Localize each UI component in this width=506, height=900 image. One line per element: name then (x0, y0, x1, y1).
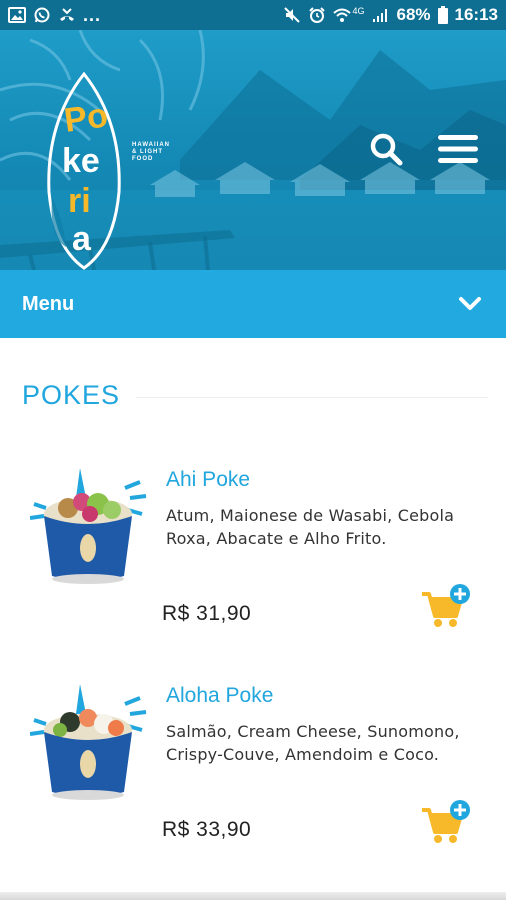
bottom-edge (0, 892, 506, 900)
product-image[interactable] (30, 468, 148, 588)
product-name[interactable]: Aloha Poke (166, 684, 273, 708)
battery-icon (437, 6, 448, 24)
product-price: R$ 31,90 (162, 602, 252, 625)
tagline: HAWAIIAN & LIGHT FOOD (132, 142, 170, 163)
add-to-cart-icon (422, 800, 470, 843)
add-to-cart-button[interactable] (420, 800, 472, 846)
signal-icon (373, 9, 388, 22)
hero-header: Po ke ri a HAWAIIAN & LIGHT FOOD (0, 30, 506, 270)
status-left: ... (8, 5, 101, 26)
status-overflow: ... (83, 4, 102, 25)
product-name[interactable]: Ahi Poke (166, 468, 250, 492)
add-to-cart-button[interactable] (420, 584, 472, 630)
product-image[interactable] (30, 684, 148, 804)
image-icon (8, 7, 26, 23)
whatsapp-icon (34, 7, 50, 23)
status-right: 4G 68% 16:13 (283, 5, 498, 25)
wifi-icon (333, 8, 352, 22)
svg-text:a: a (72, 220, 92, 258)
hamburger-menu-button[interactable] (436, 131, 480, 167)
search-button[interactable] (368, 131, 404, 167)
product-description: Salmão, Cream Cheese, Sunomono, Crispy-C… (166, 722, 460, 764)
tagline-line: FOOD (132, 156, 154, 162)
add-to-cart-icon (422, 584, 470, 627)
menu-label: Menu (22, 292, 75, 315)
chevron-down-icon (459, 297, 481, 310)
main-content: POKES Ahi Poke Atum, Maionese de Wasabi,… (0, 338, 506, 900)
section-title: POKES (22, 380, 121, 410)
battery-percent: 68% (396, 5, 431, 24)
network-label: 4G (352, 6, 365, 16)
product-card[interactable]: Ahi Poke Atum, Maionese de Wasabi, Cebol… (0, 468, 506, 678)
product-price: R$ 33,90 (162, 818, 252, 841)
hamburger-menu-icon (438, 135, 478, 163)
mute-icon (284, 7, 301, 23)
clock: 16:13 (454, 5, 498, 24)
product-card[interactable]: Aloha Poke Salmão, Cream Cheese, Sunomon… (0, 684, 506, 894)
alarm-icon (309, 7, 326, 23)
svg-text:Po: Po (62, 96, 110, 140)
missed-call-icon (60, 8, 74, 21)
section-divider (136, 397, 488, 398)
tagline-line: & LIGHT (132, 149, 163, 155)
product-description: Atum, Maionese de Wasabi, Cebola Roxa, A… (166, 506, 455, 548)
svg-text:ke: ke (62, 142, 100, 180)
menu-dropdown[interactable]: Menu (0, 270, 506, 338)
tagline-line: HAWAIIAN (132, 142, 170, 148)
pokeria-logo: Po ke ri a (47, 72, 121, 270)
svg-text:ri: ri (68, 182, 91, 220)
status-bar: ... 4G 68% 16:13 (0, 0, 506, 30)
search-icon (370, 133, 403, 166)
